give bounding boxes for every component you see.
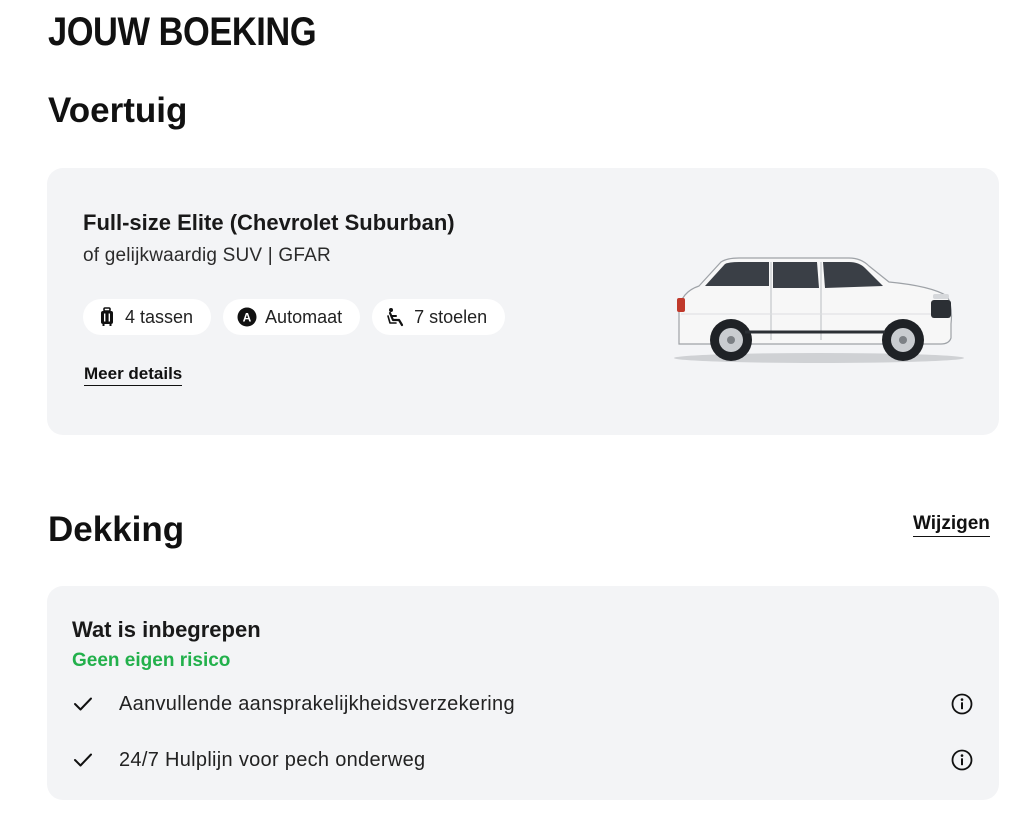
more-details-link[interactable]: Meer details <box>84 364 183 386</box>
vehicle-section-heading: Voertuig <box>48 91 188 130</box>
change-coverage-link[interactable]: Wijzigen <box>913 513 990 537</box>
page-title: JOUW BOEKING <box>48 10 317 54</box>
feature-chip-bags: 4 tassen <box>83 299 212 335</box>
vehicle-subtitle: of gelijkwaardig SUV | GFAR <box>83 245 331 266</box>
vehicle-card: Full-size Elite (Chevrolet Suburban) of … <box>47 168 999 435</box>
feature-chip-transmission: A Automaat <box>223 299 361 335</box>
vehicle-name: Full-size Elite (Chevrolet Suburban) <box>83 210 455 235</box>
coverage-card: Wat is inbegrepen Geen eigen risico Aanv… <box>47 586 999 800</box>
info-icon[interactable] <box>951 693 973 715</box>
vehicle-features: 4 tassen A Automaat 7 stoelen <box>83 299 506 335</box>
feature-label: 4 tassen <box>125 306 194 327</box>
feature-chip-seats: 7 stoelen <box>372 299 506 335</box>
check-icon <box>71 692 95 716</box>
info-icon[interactable] <box>951 749 973 771</box>
coverage-item-label: 24/7 Hulplijn voor pech onderweg <box>119 748 426 771</box>
coverage-item-label: Aanvullende aansprakelijkheidsverzekerin… <box>119 692 515 715</box>
automatic-transmission-icon: A <box>237 307 257 327</box>
luggage-icon <box>97 307 117 327</box>
check-icon <box>71 748 95 772</box>
coverage-section-heading: Dekking <box>48 510 185 549</box>
feature-label: 7 stoelen <box>414 306 488 327</box>
coverage-item-roadside: 24/7 Hulplijn voor pech onderweg <box>71 745 975 775</box>
white-suv-image <box>674 257 964 363</box>
seat-icon <box>386 307 406 327</box>
included-title: Wat is inbegrepen <box>72 617 261 642</box>
svg-text:A: A <box>243 311 252 325</box>
feature-label: Automaat <box>265 306 343 327</box>
no-deductible-label: Geen eigen risico <box>72 650 231 671</box>
coverage-item-liability: Aanvullende aansprakelijkheidsverzekerin… <box>71 689 975 719</box>
